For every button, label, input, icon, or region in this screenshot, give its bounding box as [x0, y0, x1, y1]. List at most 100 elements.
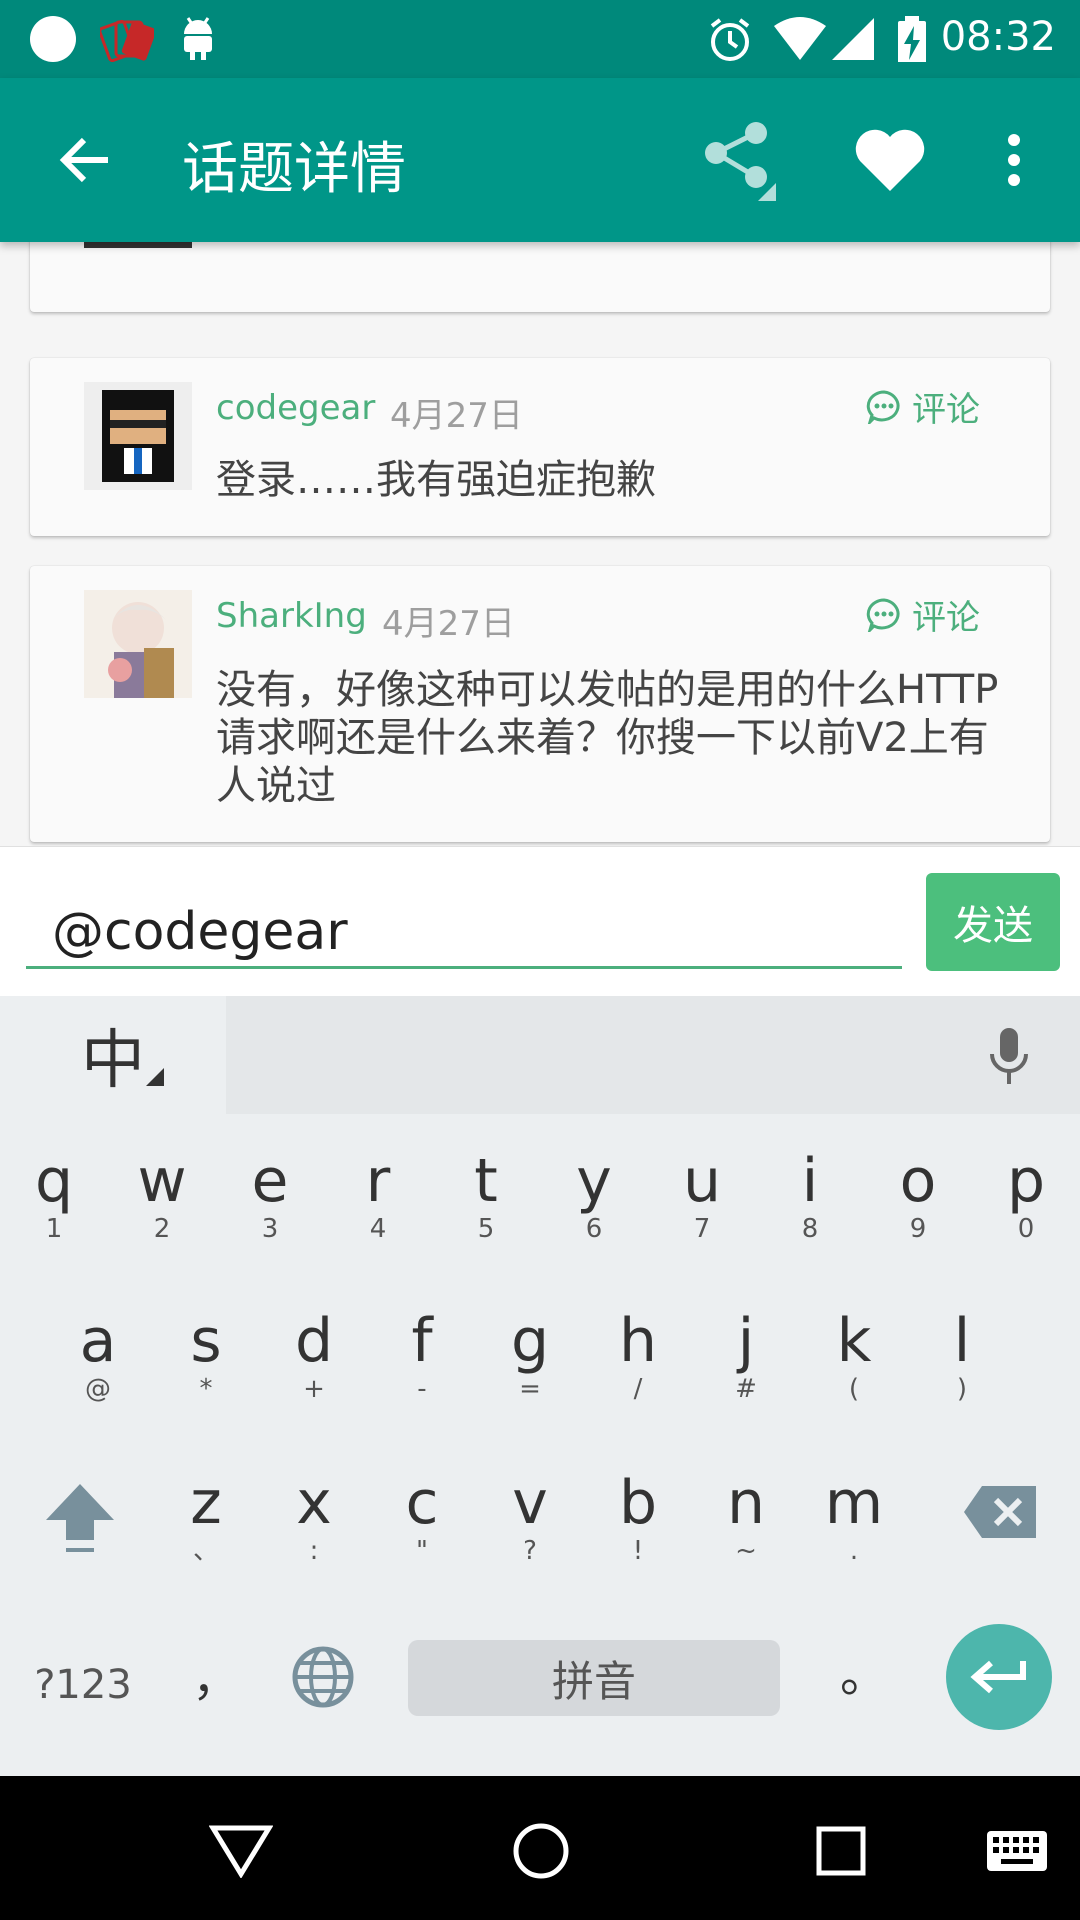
enter-key[interactable] [946, 1624, 1052, 1730]
key-alt-label: 5 [477, 1214, 495, 1244]
comment-reply-button[interactable]: 评论 [866, 382, 980, 431]
mic-icon[interactable] [986, 1026, 1032, 1086]
key-label: o [899, 1146, 937, 1216]
more-options-button[interactable] [972, 118, 1056, 202]
comment-card: codegear 4月27日 评论 登录……我有强迫症抱歉 [30, 358, 1050, 536]
key-y[interactable]: y6 [550, 1150, 638, 1260]
key-a[interactable]: a @ [54, 1310, 142, 1420]
key-u[interactable]: u7 [658, 1150, 746, 1260]
comment-date: 4月27日 [382, 604, 515, 644]
key-b[interactable]: b! [594, 1472, 682, 1582]
key-label: w [137, 1146, 187, 1216]
key-label: n [726, 1468, 766, 1538]
comment-date: 4月27日 [390, 396, 523, 436]
key-alt-label: " [416, 1536, 428, 1566]
key-alt-label: # [735, 1374, 757, 1404]
shift-key[interactable] [40, 1480, 120, 1560]
key-alt-label: 3 [261, 1214, 279, 1244]
back-triangle-icon [209, 1825, 273, 1878]
key-k[interactable]: k( [810, 1310, 898, 1420]
chat-bubble-icon [866, 597, 900, 632]
nav-recents-button[interactable] [796, 1806, 886, 1896]
key-i[interactable]: i8 [766, 1150, 854, 1260]
key-d[interactable]: d + [270, 1310, 358, 1420]
nav-back-button[interactable] [196, 1806, 286, 1896]
key-w[interactable]: w2 [118, 1150, 206, 1260]
key-v[interactable]: v? [486, 1472, 574, 1582]
wifi-icon [774, 17, 826, 60]
share-button[interactable] [696, 118, 780, 202]
key-o[interactable]: o9 [874, 1150, 962, 1260]
key-alt-label: : [309, 1536, 319, 1566]
key-label: i [801, 1146, 819, 1216]
battery-charging-icon [898, 16, 926, 62]
key-label: e [251, 1146, 289, 1216]
key-label: z [190, 1468, 222, 1538]
more-vert-icon [1008, 134, 1020, 186]
suggestion-strip[interactable] [226, 996, 1080, 1114]
key-r[interactable]: r4 [334, 1150, 422, 1260]
comma-key[interactable]: ， [192, 1648, 240, 1708]
keyboard-switch-button[interactable] [972, 1806, 1062, 1896]
comment-username[interactable]: SharkIng [216, 596, 367, 636]
send-button[interactable]: 发送 [926, 873, 1060, 971]
key-h[interactable]: h / [594, 1310, 682, 1420]
key-label: m [824, 1468, 884, 1538]
soft-keyboard: 中 q 1 w 2 e 3 r 4 t 5 y 6 u 7 i 8 o 9 p 0 a @ s * d + f - g = h / j # k(l)… [0, 996, 1080, 1776]
share-icon [705, 122, 776, 201]
key-e[interactable]: e3 [226, 1150, 314, 1260]
comment-list[interactable]: codegear 4月27日 评论 登录……我有强迫症抱歉 SharkIng 4… [0, 242, 1080, 846]
key-g[interactable]: g = [486, 1310, 574, 1420]
key-z[interactable]: z、 [162, 1472, 250, 1582]
period-key[interactable]: 。 [840, 1644, 888, 1704]
system-nav-bar [0, 1776, 1080, 1920]
key-label: q [34, 1146, 74, 1216]
avatar[interactable] [84, 382, 192, 490]
reply-input[interactable] [26, 897, 902, 969]
key-s[interactable]: s * [162, 1310, 250, 1420]
backspace-icon [964, 1486, 1036, 1538]
nav-home-button[interactable] [496, 1806, 586, 1896]
key-alt-label: - [417, 1374, 427, 1404]
key-label: x [296, 1468, 332, 1538]
backspace-key[interactable] [960, 1484, 1040, 1556]
comment-label: 评论 [912, 390, 980, 430]
comma-label: ， [192, 1651, 241, 1707]
key-alt-label: 6 [585, 1214, 603, 1244]
key-alt-label: ! [632, 1536, 644, 1566]
key-j[interactable]: j # [702, 1310, 790, 1420]
chat-bubble-icon [866, 389, 900, 424]
key-t[interactable]: t5 [442, 1150, 530, 1260]
key-alt-label: + [303, 1374, 325, 1404]
key-label: d [294, 1306, 334, 1376]
key-m[interactable]: m. [810, 1472, 898, 1582]
key-p[interactable]: p0 [982, 1150, 1070, 1260]
back-button[interactable] [42, 118, 126, 202]
key-x[interactable]: x: [270, 1472, 358, 1582]
comment-text: 没有，好像这种可以发帖的是用的什么HTTP请求啊还是什么来着？你搜一下以前V2上… [216, 667, 999, 809]
key-l[interactable]: l) [918, 1310, 1006, 1420]
favorite-button[interactable] [848, 118, 932, 202]
key-alt-label: / [633, 1374, 643, 1404]
comment-username[interactable]: codegear [216, 388, 375, 428]
period-label: 。 [840, 1647, 889, 1703]
key-alt-label: 7 [693, 1214, 711, 1244]
status-bar: 08:32 [0, 0, 1080, 78]
key-c[interactable]: c " [378, 1472, 466, 1582]
key-label: s [190, 1306, 222, 1376]
space-key[interactable]: 拼音 [408, 1640, 780, 1716]
key-q[interactable]: q1 [10, 1150, 98, 1260]
key-f[interactable]: f- [378, 1310, 466, 1420]
key-label: a [79, 1306, 117, 1376]
comment-reply-button[interactable]: 评论 [866, 590, 980, 639]
key-label: y [576, 1146, 612, 1216]
key-alt-label: 9 [909, 1214, 927, 1244]
avatar[interactable] [84, 590, 192, 698]
symbols-key[interactable]: ?123 [28, 1654, 138, 1714]
key-label: p [1006, 1146, 1046, 1216]
android-icon [184, 17, 212, 60]
language-switch-key[interactable]: 中 [0, 996, 226, 1114]
corner-triangle-icon [146, 1068, 164, 1086]
key-n[interactable]: n ~ [702, 1472, 790, 1582]
globe-key[interactable] [290, 1646, 356, 1712]
